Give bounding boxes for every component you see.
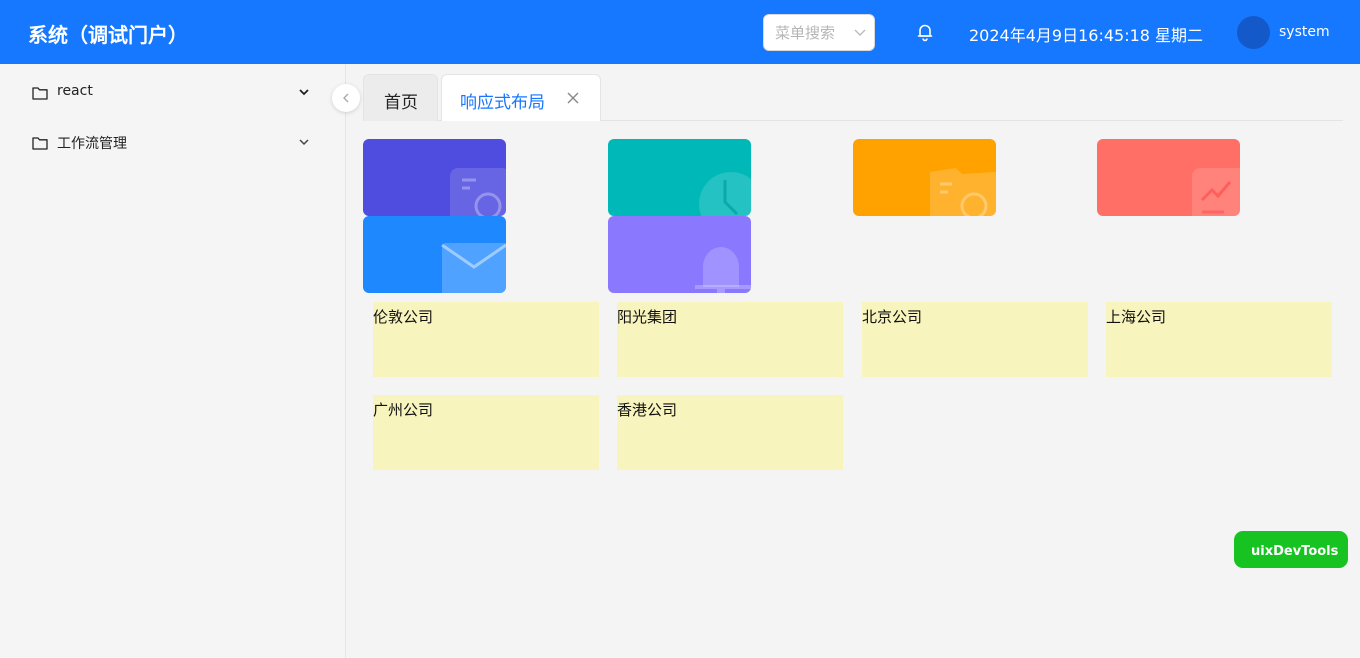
sidebar: react 工作流管理 (0, 64, 346, 658)
top-header: 系统（调试门户） 2024年4月9日16:45:18 星期二 system (0, 0, 1360, 64)
company-card[interactable]: 北京公司 (862, 302, 1088, 377)
menu-search-input[interactable] (764, 15, 852, 50)
devtools-button[interactable]: uixDevTools (1234, 531, 1348, 568)
stat-card-3[interactable] (853, 139, 996, 216)
sidebar-item-label: react (57, 83, 93, 99)
stat-card-4[interactable] (1097, 139, 1240, 216)
avatar[interactable] (1237, 16, 1270, 49)
chevron-down-icon (299, 139, 309, 146)
stat-card-2[interactable] (608, 139, 751, 216)
company-card[interactable]: 上海公司 (1106, 302, 1332, 377)
menu-search-select[interactable] (763, 14, 875, 51)
clock-icon (699, 172, 751, 216)
sidebar-item-workflow[interactable]: 工作流管理 (0, 122, 346, 162)
company-name: 广州公司 (373, 401, 434, 419)
folder-icon (32, 87, 48, 100)
company-name: 伦敦公司 (373, 308, 434, 326)
company-card[interactable]: 香港公司 (617, 395, 843, 470)
company-name: 香港公司 (617, 401, 678, 419)
username[interactable]: system (1279, 24, 1330, 40)
app-title: 系统（调试门户） (28, 23, 188, 47)
stat-card-1[interactable] (363, 139, 506, 216)
tab-responsive-layout[interactable]: 响应式布局 (441, 74, 601, 121)
company-card[interactable]: 阳光集团 (617, 302, 843, 377)
folder-icon (32, 137, 48, 150)
company-name: 阳光集团 (617, 308, 678, 326)
tab-label: 响应式布局 (460, 93, 545, 113)
main-content: 首页 响应式布局 伦敦公司 阳光集团 北京公司 上海公司 广州公司 香港公司 (346, 64, 1360, 658)
tab-label: 首页 (384, 93, 418, 113)
sidebar-collapse-button[interactable] (332, 84, 360, 112)
bell-icon[interactable] (915, 22, 935, 42)
current-datetime: 2024年4月9日16:45:18 星期二 (969, 26, 1204, 45)
company-name: 上海公司 (1106, 308, 1167, 326)
stat-card-6[interactable] (608, 216, 751, 293)
trend-icon (1192, 168, 1240, 216)
tab-home[interactable]: 首页 (363, 74, 438, 121)
chevron-down-icon (299, 89, 309, 96)
document-clock-icon (450, 168, 506, 216)
sidebar-item-react[interactable]: react (0, 72, 346, 112)
sidebar-item-label: 工作流管理 (57, 136, 127, 152)
close-icon[interactable] (567, 92, 579, 104)
company-card[interactable]: 伦敦公司 (373, 302, 599, 377)
devtools-label: uixDevTools (1251, 544, 1339, 559)
chevron-down-icon (854, 29, 866, 36)
bell-icon (695, 247, 751, 293)
company-card[interactable]: 广州公司 (373, 395, 599, 470)
company-name: 北京公司 (862, 308, 923, 326)
mail-icon (441, 243, 506, 293)
stat-card-5[interactable] (363, 216, 506, 293)
book-icon (930, 168, 996, 216)
chevron-left-icon (343, 93, 349, 103)
